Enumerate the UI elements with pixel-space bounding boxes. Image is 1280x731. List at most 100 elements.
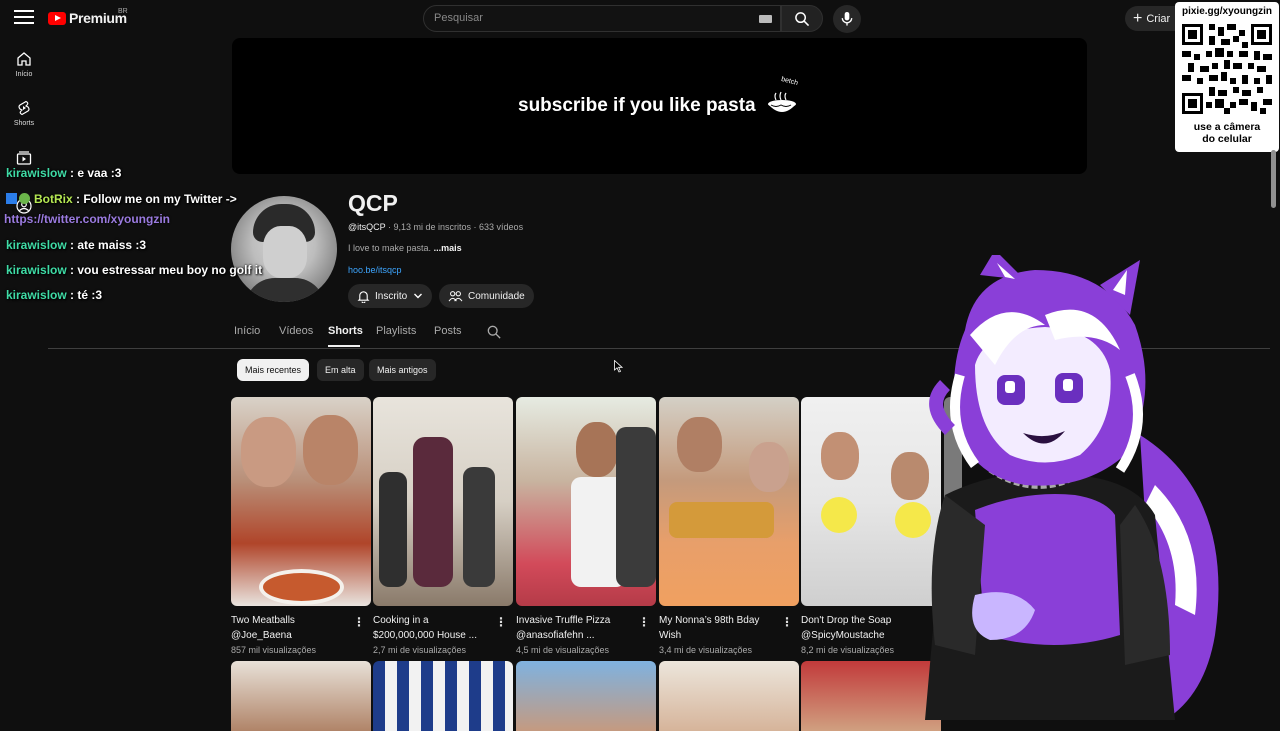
tab-playlists[interactable]: Playlists: [376, 325, 416, 337]
logo-country-code: BR: [118, 8, 128, 15]
youtube-premium-logo[interactable]: Premium: [48, 10, 127, 26]
keyboard-icon[interactable]: [759, 15, 772, 23]
chat-username: kirawislow: [6, 238, 67, 252]
chat-username: BotRix: [34, 192, 73, 206]
chat-link: https://twitter.com/xyoungzin: [4, 212, 171, 226]
short-thumbnail[interactable]: [516, 397, 656, 606]
chat-message: kirawislow : ate maiss :3: [6, 238, 146, 252]
qr-code-overlay: pixie.gg/xyoungzin use a câmera do celul…: [1175, 2, 1279, 152]
vtuber-avatar: [925, 255, 1219, 720]
more-options-icon[interactable]: ⋮: [781, 615, 793, 629]
short-thumbnail[interactable]: [231, 397, 371, 606]
plus-icon: +: [1133, 9, 1143, 27]
sidebar-item-shorts[interactable]: Shorts: [0, 100, 48, 127]
description-text: I love to make pasta.: [348, 243, 432, 253]
chat-message: BotRix : Follow me on my Twitter ->: [6, 192, 237, 206]
short-views: 857 mil visualizações: [231, 645, 317, 655]
chevron-down-icon: [414, 293, 423, 299]
bell-icon: [357, 290, 370, 303]
short-title[interactable]: Cooking in a $200,000,000 House ...: [373, 613, 491, 643]
channel-meta: @itsQCP · 9,13 mi de inscritos · 633 víd…: [348, 222, 523, 232]
microphone-icon: [841, 11, 853, 26]
create-label: Criar: [1146, 12, 1171, 25]
short-thumbnail[interactable]: [659, 661, 799, 731]
sidebar-item-label: Início: [15, 71, 33, 78]
chat-text: : e vaa :3: [70, 166, 122, 180]
subscriptions-icon: [16, 151, 32, 165]
search-box[interactable]: [423, 5, 781, 32]
short-thumbnail[interactable]: [373, 661, 513, 731]
short-card[interactable]: Invasive Truffle Pizza @anasofiafehn ...…: [516, 397, 656, 655]
more-link[interactable]: ...mais: [434, 243, 462, 253]
tab-shorts[interactable]: Shorts: [328, 325, 363, 337]
short-card[interactable]: Two Meatballs @Joe_Baena 857 mil visuali…: [231, 397, 371, 655]
tab-videos[interactable]: Vídeos: [279, 325, 313, 337]
chat-username: kirawislow: [6, 166, 67, 180]
channel-handle: @itsQCP: [348, 222, 386, 232]
short-views: 2,7 mi de visualizações: [373, 645, 467, 655]
short-thumbnail[interactable]: [516, 661, 656, 731]
chat-text: : Follow me on my Twitter ->: [76, 192, 237, 206]
chat-message: kirawislow : e vaa :3: [6, 166, 121, 180]
sidebar-item-home[interactable]: Início: [0, 51, 48, 78]
chip-trending[interactable]: Em alta: [317, 359, 364, 381]
banner-signature: betch: [780, 75, 799, 88]
channel-search-icon[interactable]: [487, 325, 501, 339]
short-title[interactable]: Invasive Truffle Pizza @anasofiafehn ...: [516, 613, 634, 643]
community-icon: [448, 290, 463, 301]
youtube-play-icon: [48, 11, 66, 25]
voice-search-button[interactable]: [833, 5, 861, 33]
more-options-icon[interactable]: ⋮: [638, 615, 650, 629]
short-card[interactable]: Cooking in a $200,000,000 House ... 2,7 …: [373, 397, 513, 655]
community-label: Comunidade: [468, 290, 525, 302]
short-thumbnail[interactable]: [231, 661, 371, 731]
chat-username: kirawislow: [6, 263, 67, 277]
channel-description[interactable]: I love to make pasta. ...mais: [348, 243, 462, 253]
short-title[interactable]: My Nonna’s 98th Bday Wish: [659, 613, 777, 643]
search-icon: [795, 11, 810, 26]
qr-caption: use a câmera do celular: [1175, 121, 1279, 145]
subscriber-count: 9,13 mi de inscritos: [393, 222, 472, 232]
channel-external-link[interactable]: hoo.be/itsqcp: [348, 265, 402, 275]
short-views: 3,4 mi de visualizações: [659, 645, 753, 655]
search-input[interactable]: [434, 12, 734, 24]
community-button[interactable]: Comunidade: [439, 284, 534, 308]
chip-most-recent[interactable]: Mais recentes: [237, 359, 310, 381]
search-button[interactable]: [781, 5, 823, 32]
qr-code-icon: [1182, 24, 1272, 114]
more-options-icon[interactable]: ⋮: [353, 615, 365, 629]
tab-home[interactable]: Início: [234, 325, 260, 337]
subscribed-label: Inscrito: [375, 290, 408, 302]
channel-avatar[interactable]: [231, 196, 337, 302]
chat-message: kirawislow : vou estressar meu boy no go…: [6, 263, 262, 277]
more-options-icon[interactable]: ⋮: [495, 615, 507, 629]
short-title[interactable]: Don't Drop the Soap @SpicyMoustache: [801, 613, 919, 643]
sidebar-item-label: Shorts: [13, 120, 35, 127]
short-thumbnail[interactable]: [659, 397, 799, 606]
shorts-icon: [18, 100, 30, 116]
chat-text: : vou estressar meu boy no golf it: [70, 263, 263, 277]
chat-message: kirawislow : té :3: [6, 288, 102, 302]
hamburger-menu-icon[interactable]: [14, 10, 34, 26]
video-count: 633 vídeos: [479, 222, 524, 232]
bot-avatar-icon: [19, 193, 30, 204]
subscribed-button[interactable]: Inscrito: [348, 284, 433, 308]
short-views: 4,5 mi de visualizações: [516, 645, 610, 655]
bot-badge-icon: [6, 193, 17, 204]
mouse-cursor-icon: [614, 360, 623, 373]
chat-text: : ate maiss :3: [70, 238, 147, 252]
tab-posts[interactable]: Posts: [434, 325, 462, 337]
short-card[interactable]: My Nonna’s 98th Bday Wish 3,4 mi de visu…: [659, 397, 799, 655]
chat-username: kirawislow: [6, 288, 67, 302]
channel-name: QCP: [348, 190, 398, 216]
chat-text: : té :3: [70, 288, 103, 302]
short-thumbnail[interactable]: [373, 397, 513, 606]
chip-oldest[interactable]: Mais antigos: [369, 359, 436, 381]
page-scrollbar[interactable]: [1271, 150, 1276, 208]
qr-url: pixie.gg/xyoungzin: [1181, 6, 1272, 17]
qr-caption-line: do celular: [1202, 133, 1252, 145]
pasta-bowl-icon: [768, 91, 796, 112]
short-title[interactable]: Two Meatballs @Joe_Baena: [231, 613, 349, 643]
qr-caption-line: use a câmera: [1193, 121, 1261, 133]
banner-text: subscribe if you like pasta: [518, 95, 756, 116]
